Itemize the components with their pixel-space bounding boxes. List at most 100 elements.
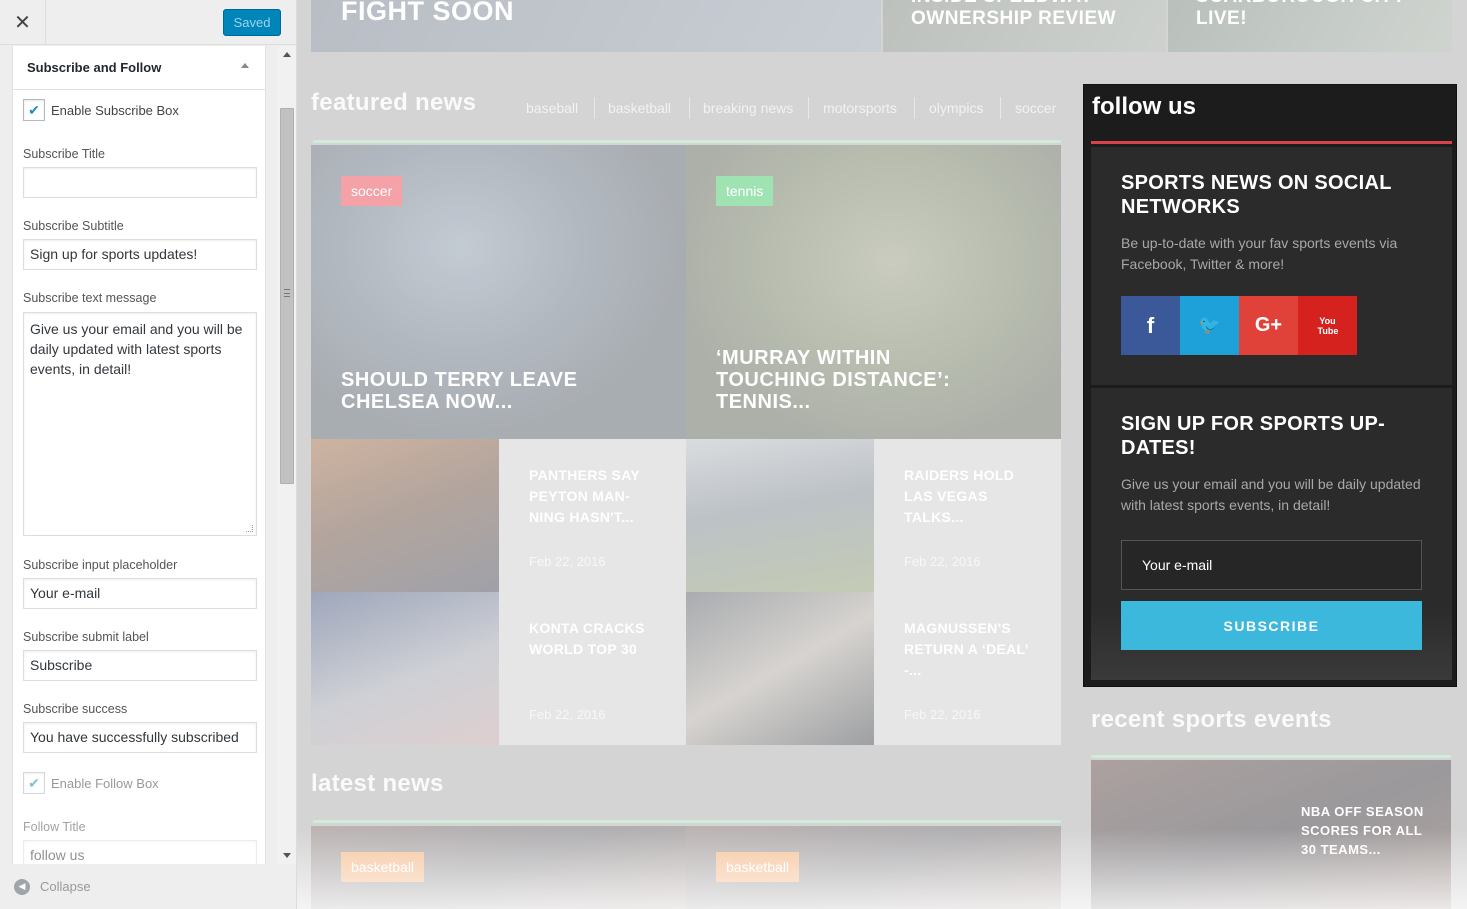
- youtube-icon[interactable]: You Tube: [1298, 296, 1357, 355]
- recent-events-heading: recent sports events: [1091, 706, 1332, 733]
- top-story-fight[interactable]: FIGHT SOON: [311, 0, 881, 52]
- subscribe-text-textarea[interactable]: Give us your email and you will be daily…: [23, 312, 257, 536]
- top-story-title: INSIDE SPEEDWAY OWNERSHIP REVIEW: [911, 0, 1117, 29]
- subscribe-placeholder-control: Subscribe input placeholder Your e-mail: [23, 558, 257, 609]
- top-story-speedway[interactable]: INSIDE SPEEDWAY OWNERSHIP REVIEW: [883, 0, 1166, 52]
- enable-follow-checkbox[interactable]: ✔: [23, 772, 45, 794]
- follow-title-input[interactable]: follow us: [23, 840, 257, 864]
- controls-scroll-area[interactable]: Subscribe and Follow ✔ Enable Subscribe …: [0, 46, 296, 864]
- subscribe-success-input[interactable]: You have successfully subscribed: [23, 722, 257, 753]
- news-title[interactable]: RAIDERS HOLD LAS VEGAS TALKS...: [904, 465, 1034, 528]
- divider: [594, 97, 595, 119]
- subscribe-submit-control: Subscribe submit label Subscribe: [23, 630, 257, 681]
- subscribe-success-label: Subscribe success: [23, 702, 128, 716]
- news-card-raiders[interactable]: RAIDERS HOLD LAS VEGAS TALKS... Feb 22, …: [686, 439, 1061, 592]
- subscribe-submit-label: Subscribe submit label: [23, 630, 149, 644]
- category-baseball[interactable]: baseball: [526, 100, 578, 116]
- card-tag[interactable]: soccer: [341, 176, 403, 206]
- news-title[interactable]: KONTA CRACKS WORLD TOP 30: [529, 618, 659, 660]
- collapse-arrow-icon: ◀: [14, 878, 30, 895]
- category-basketball[interactable]: basketball: [608, 100, 671, 116]
- subscribe-placeholder-label: Subscribe input placeholder: [23, 558, 178, 572]
- follow-title-control: Follow Title follow us: [23, 820, 257, 864]
- collapse-label: Collapse: [40, 879, 91, 894]
- recent-rule: [1091, 755, 1451, 758]
- news-card-panthers[interactable]: PANTHERS SAY PEYTON MAN-NING HASN'T... F…: [311, 439, 686, 592]
- enable-follow-row[interactable]: ✔ Enable Follow Box: [23, 772, 257, 794]
- featured-card-terry[interactable]: soccer SHOULD TERRY LEAVE CHELSEA NOW...: [311, 145, 686, 439]
- collapse-caret-icon[interactable]: [241, 63, 249, 68]
- card-tag[interactable]: tennis: [716, 176, 774, 206]
- featured-card-murray[interactable]: tennis ‘MURRAY WITHIN TOUCHING DISTANCE’…: [686, 145, 1061, 439]
- card-title[interactable]: SHOULD TERRY LEAVE CHELSEA NOW...: [341, 369, 611, 413]
- social-text: Be up-to-date with your fav sports event…: [1121, 235, 1398, 272]
- enable-subscribe-checkbox[interactable]: ✔: [23, 99, 45, 121]
- divider: [914, 97, 915, 119]
- scrollbar-thumb[interactable]: [280, 108, 294, 484]
- subscribe-text-value: Give us your email and you will be daily…: [30, 321, 243, 377]
- subscribe-box: SIGN UP FOR SPORTS UP-DATES! Give us you…: [1091, 388, 1452, 680]
- twitter-icon[interactable]: 🐦: [1180, 296, 1239, 355]
- category-motorsports[interactable]: motorsports: [823, 100, 897, 116]
- social-heading: SPORTS NEWS ON SOCIAL NETWORKS: [1121, 172, 1392, 218]
- news-title[interactable]: MAGNUSSEN'S RETURN A ‘DEAL’ -...: [904, 618, 1034, 681]
- news-thumbnail[interactable]: [686, 439, 874, 592]
- latest-rule: [313, 820, 1061, 823]
- news-date: Feb 22, 2016: [904, 554, 981, 569]
- category-soccer[interactable]: soccer: [1015, 100, 1056, 116]
- signup-text: Give us your email and you will be daily…: [1121, 476, 1421, 513]
- featured-news-heading: featured news: [311, 89, 477, 116]
- divider: [1000, 97, 1001, 119]
- news-date: Feb 22, 2016: [904, 707, 981, 722]
- news-card-magnussen[interactable]: MAGNUSSEN'S RETURN A ‘DEAL’ -... Feb 22,…: [686, 592, 1061, 745]
- scroll-down-icon[interactable]: [283, 853, 291, 858]
- news-thumbnail[interactable]: [686, 592, 874, 745]
- saved-button[interactable]: Saved: [223, 9, 281, 36]
- news-thumbnail[interactable]: [311, 592, 499, 745]
- subscribe-title-input[interactable]: [23, 167, 257, 198]
- top-story-title: SCARBOROUGH CITY LIVE!: [1196, 0, 1405, 29]
- section-header[interactable]: Subscribe and Follow: [13, 46, 265, 90]
- subscribe-button[interactable]: SUBSCRIBE: [1121, 601, 1422, 650]
- facebook-icon[interactable]: f: [1121, 296, 1180, 355]
- scroll-up-icon[interactable]: [283, 52, 291, 57]
- subscribe-submit-input[interactable]: Subscribe: [23, 650, 257, 681]
- social-box: SPORTS NEWS ON SOCIAL NETWORKS Be up-to-…: [1091, 147, 1452, 385]
- subscribe-text-label: Subscribe text message: [23, 291, 157, 305]
- email-input[interactable]: Your e-mail: [1121, 540, 1422, 590]
- subscribe-subtitle-control: Subscribe Subtitle Sign up for sports up…: [23, 219, 257, 270]
- top-story-scarborough[interactable]: SCARBOROUGH CITY LIVE!: [1168, 0, 1452, 52]
- enable-subscribe-label: Enable Subscribe Box: [51, 102, 179, 118]
- site-preview[interactable]: FIGHT SOON INSIDE SPEEDWAY OWNERSHIP REV…: [297, 0, 1467, 909]
- panel-scrollbar[interactable]: [278, 46, 296, 864]
- resize-grip-icon[interactable]: [246, 525, 253, 532]
- news-title[interactable]: PANTHERS SAY PEYTON MAN-NING HASN'T...: [529, 465, 659, 528]
- card-title[interactable]: ‘MURRAY WITHIN TOUCHING DISTANCE’: TENNI…: [716, 347, 986, 413]
- featured-rule: [313, 140, 1061, 143]
- divider: [689, 97, 690, 119]
- subscribe-title-label: Subscribe Title: [23, 147, 105, 161]
- follow-us-widget: follow us SPORTS NEWS ON SOCIAL NETWORKS…: [1083, 84, 1457, 687]
- section-title: Subscribe and Follow: [27, 60, 162, 75]
- panel-header: ✕ Saved: [0, 0, 296, 45]
- collapse-button[interactable]: ◀ Collapse: [0, 864, 296, 909]
- news-card-konta[interactable]: KONTA CRACKS WORLD TOP 30 Feb 22, 2016: [311, 592, 686, 745]
- divider: [808, 97, 809, 119]
- latest-news-heading: latest news: [311, 770, 444, 797]
- enable-subscribe-row[interactable]: ✔ Enable Subscribe Box: [23, 99, 257, 121]
- top-story-title: FIGHT SOON: [341, 0, 514, 26]
- signup-heading: SIGN UP FOR SPORTS UP-DATES!: [1121, 413, 1386, 459]
- subscribe-subtitle-input[interactable]: Sign up for sports updates!: [23, 239, 257, 270]
- grip-icon: [284, 289, 290, 297]
- enable-follow-label: Enable Follow Box: [51, 775, 159, 791]
- subscribe-placeholder-input[interactable]: Your e-mail: [23, 578, 257, 609]
- google-plus-icon[interactable]: G+: [1239, 296, 1298, 355]
- category-breaking-news[interactable]: breaking news: [703, 100, 793, 116]
- customizer-panel: ✕ Saved Subscribe and Follow ✔ Enable Su…: [0, 0, 297, 909]
- news-date: Feb 22, 2016: [529, 554, 606, 569]
- close-icon[interactable]: ✕: [0, 0, 46, 45]
- news-thumbnail[interactable]: [311, 439, 499, 592]
- news-date: Feb 22, 2016: [529, 707, 606, 722]
- subscribe-success-control: Subscribe success You have successfully …: [23, 702, 257, 753]
- category-olympics[interactable]: olympics: [929, 100, 983, 116]
